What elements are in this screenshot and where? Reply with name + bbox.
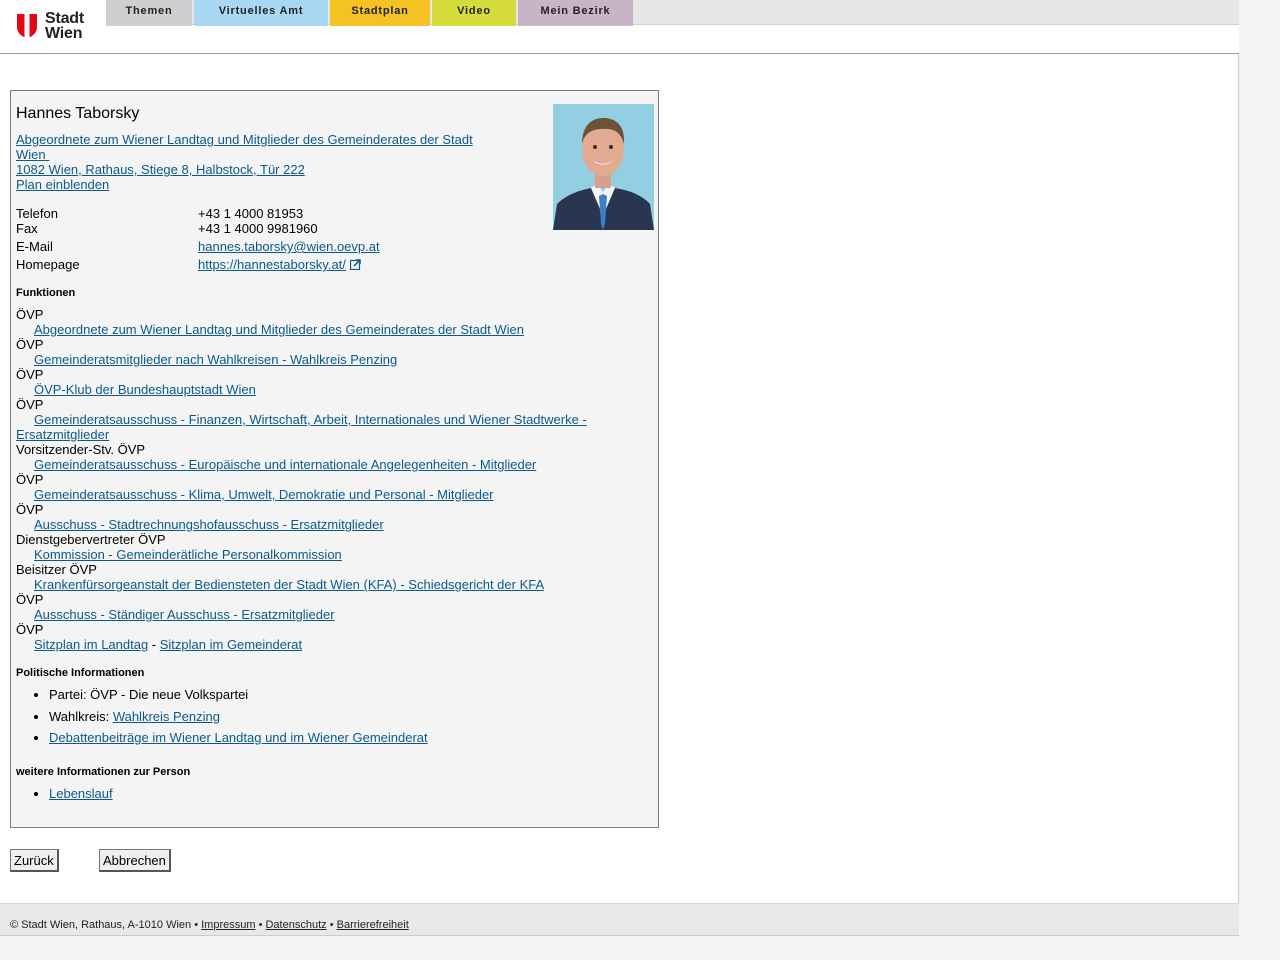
- external-link-icon: [349, 259, 361, 270]
- function-link[interactable]: Gemeinderatsausschuss - Klima, Umwelt, D…: [34, 487, 494, 502]
- function-link[interactable]: Gemeinderatsmitglieder nach Wahlkreisen …: [34, 352, 397, 367]
- function-link[interactable]: ÖVP-Klub der Bundeshauptstadt Wien: [34, 382, 256, 397]
- contact-row-phone: Telefon +43 1 4000 81953: [16, 206, 636, 221]
- tab-mein-bezirk[interactable]: Mein Bezirk: [518, 0, 633, 26]
- contact-label: Telefon: [16, 206, 58, 221]
- cv-link[interactable]: Lebenslauf: [49, 786, 113, 801]
- logo-line-1: Stadt: [45, 10, 85, 27]
- seat-plan-gemeinderat-link[interactable]: Sitzplan im Gemeinderat: [160, 637, 302, 652]
- footer-copyright: © Stadt Wien, Rathaus, A-1010 Wien •: [10, 919, 202, 931]
- tab-video[interactable]: Video: [432, 0, 516, 26]
- address-link[interactable]: 1082 Wien, Rathaus, Stiege 8, Halbstock,…: [16, 162, 305, 177]
- function-role: ÖVP: [16, 592, 44, 607]
- tab-stadtplan[interactable]: Stadtplan: [330, 0, 430, 26]
- political-info-heading: Politische Informationen: [16, 667, 145, 679]
- function-link[interactable]: Kommission - Gemeinderätliche Personalko…: [34, 547, 342, 562]
- district-item: Wahlkreis: Wahlkreis Penzing: [49, 709, 616, 724]
- contact-label: Homepage: [16, 257, 80, 272]
- function-role: ÖVP: [16, 472, 44, 487]
- contact-label: Fax: [16, 221, 38, 236]
- functions-heading: Funktionen: [16, 287, 76, 299]
- further-info-list: Lebenslauf: [16, 786, 616, 808]
- impressum-link[interactable]: Impressum: [201, 919, 255, 931]
- function-link[interactable]: Ausschuss - Stadtrechnungshofausschuss -…: [34, 517, 384, 532]
- tab-virtuelles-amt[interactable]: Virtuelles Amt: [194, 0, 328, 26]
- back-button[interactable]: Zurück: [10, 849, 59, 872]
- phone-value: +43 1 4000 81953: [198, 206, 304, 221]
- fax-value: +43 1 4000 9981960: [198, 221, 318, 236]
- debates-link[interactable]: Debattenbeiträge im Wiener Landtag und i…: [49, 730, 428, 745]
- contact-row-fax: Fax +43 1 4000 9981960: [16, 221, 636, 236]
- contact-table: Telefon +43 1 4000 81953 Fax +43 1 4000 …: [16, 206, 636, 272]
- email-link[interactable]: hannes.taborsky@wien.oevp.at: [198, 239, 380, 254]
- seat-plan-landtag-link[interactable]: Sitzplan im Landtag: [34, 637, 148, 652]
- barrierefreiheit-link[interactable]: Barrierefreiheit: [337, 919, 409, 931]
- contact-label: E-Mail: [16, 239, 53, 254]
- person-name: Hannes Taborsky: [16, 105, 140, 122]
- function-link[interactable]: Krankenfürsorgeanstalt der Bediensteten …: [34, 577, 544, 592]
- contact-row-email: E-Mail hannes.taborsky@wien.oevp.at: [16, 239, 636, 254]
- footer-separator: •: [255, 919, 266, 931]
- function-role: ÖVP: [16, 307, 44, 322]
- function-role: Vorsitzender-Stv. ÖVP: [16, 442, 146, 457]
- function-link[interactable]: Gemeinderatsausschuss - Europäische und …: [34, 457, 536, 472]
- function-link[interactable]: Gemeinderatsausschuss - Finanzen, Wirtsc…: [16, 412, 587, 442]
- contact-row-homepage: Homepage https://hannestaborsky.at/: [16, 257, 636, 272]
- function-role: ÖVP: [16, 397, 44, 412]
- show-map-link[interactable]: Plan einblenden: [16, 177, 109, 192]
- function-role: ÖVP: [16, 367, 44, 382]
- function-link[interactable]: Ausschuss - Ständiger Ausschuss - Ersatz…: [34, 607, 335, 622]
- footer-separator: •: [326, 919, 337, 931]
- address-block: Abgeordnete zum Wiener Landtag und Mitgl…: [16, 132, 486, 192]
- tab-themen[interactable]: Themen: [106, 0, 192, 26]
- debates-item: Debattenbeiträge im Wiener Landtag und i…: [49, 730, 616, 745]
- wien-crest-icon: [17, 14, 37, 38]
- function-role: ÖVP: [16, 622, 44, 637]
- cancel-button[interactable]: Abbrechen: [99, 849, 171, 872]
- function-role: ÖVP: [16, 502, 44, 517]
- function-link[interactable]: Abgeordnete zum Wiener Landtag und Mitgl…: [34, 322, 524, 337]
- site-footer: © Stadt Wien, Rathaus, A-1010 Wien • Imp…: [0, 903, 1239, 936]
- functions-list: ÖVP Abgeordnete zum Wiener Landtag und M…: [16, 307, 646, 652]
- office-link[interactable]: Abgeordnete zum Wiener Landtag und Mitgl…: [16, 132, 473, 162]
- site-header: Stadt Wien Themen Virtuelles Amt Stadtpl…: [0, 0, 1239, 54]
- datenschutz-link[interactable]: Datenschutz: [265, 919, 326, 931]
- homepage-link[interactable]: https://hannestaborsky.at/: [198, 257, 346, 272]
- party-item: Partei: ÖVP - Die neue Volkspartei: [49, 687, 616, 702]
- person-card: Hannes Taborsky Abgeordnete zum Wiener L…: [10, 90, 659, 828]
- stadt-wien-logo[interactable]: Stadt Wien: [16, 10, 96, 42]
- further-info-heading: weitere Informationen zur Person: [16, 766, 191, 778]
- function-role: ÖVP: [16, 337, 44, 352]
- page: Stadt Wien Themen Virtuelles Amt Stadtpl…: [0, 0, 1239, 936]
- seat-separator: -: [148, 637, 160, 652]
- cv-item: Lebenslauf: [49, 786, 616, 801]
- function-role: Dienstgebervertreter ÖVP: [16, 532, 166, 547]
- political-info-list: Partei: ÖVP - Die neue Volkspartei Wahlk…: [16, 687, 616, 752]
- logo-line-2: Wien: [45, 25, 83, 42]
- function-role: Beisitzer ÖVP: [16, 562, 97, 577]
- district-link[interactable]: Wahlkreis Penzing: [113, 709, 220, 724]
